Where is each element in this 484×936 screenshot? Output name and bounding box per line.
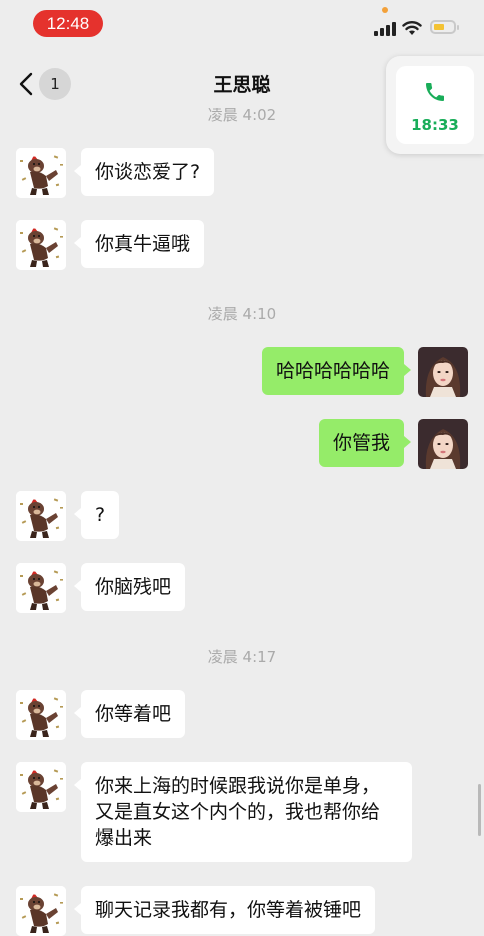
received-message-bubble[interactable]: 你等着吧	[73, 690, 186, 738]
battery-icon	[430, 20, 459, 34]
received-message-bubble[interactable]: 你谈恋爱了?	[73, 148, 215, 196]
received-message-bubble[interactable]: 你来上海的时候跟我说你是单身，又是直女这个内个的，我也帮你给爆出来	[74, 762, 412, 862]
sent-message-bubble[interactable]: 哈哈哈哈哈哈	[261, 347, 412, 395]
contact-avatar[interactable]	[16, 690, 66, 740]
received-message-bubble[interactable]: ?	[73, 491, 120, 539]
contact-avatar[interactable]	[16, 886, 66, 936]
contact-avatar[interactable]	[16, 491, 66, 541]
contact-avatar[interactable]	[16, 762, 66, 812]
phone-icon	[426, 83, 444, 101]
scrollbar[interactable]	[478, 784, 481, 836]
privacy-indicator-dot	[382, 7, 388, 13]
contact-avatar[interactable]	[16, 220, 66, 270]
contact-avatar[interactable]	[16, 563, 66, 613]
cellular-signal-icon	[374, 22, 396, 36]
status-bar: 12:48	[0, 0, 484, 50]
status-time[interactable]: 12:48	[33, 10, 103, 37]
sent-message-bubble[interactable]: 你管我	[318, 419, 412, 467]
my-avatar[interactable]	[418, 419, 468, 469]
received-message-bubble[interactable]: 聊天记录我都有，你等着被锤吧	[73, 886, 376, 934]
wifi-icon	[402, 21, 422, 35]
contact-avatar[interactable]	[16, 148, 66, 198]
timestamp: 凌晨 4:10	[207, 305, 277, 323]
timestamp: 凌晨 4:17	[207, 648, 277, 666]
my-avatar[interactable]	[418, 347, 468, 397]
floating-call-window[interactable]: 18:33	[386, 56, 484, 154]
received-message-bubble[interactable]: 你真牛逼哦	[73, 220, 205, 268]
received-message-bubble[interactable]: 你脑残吧	[73, 563, 186, 611]
